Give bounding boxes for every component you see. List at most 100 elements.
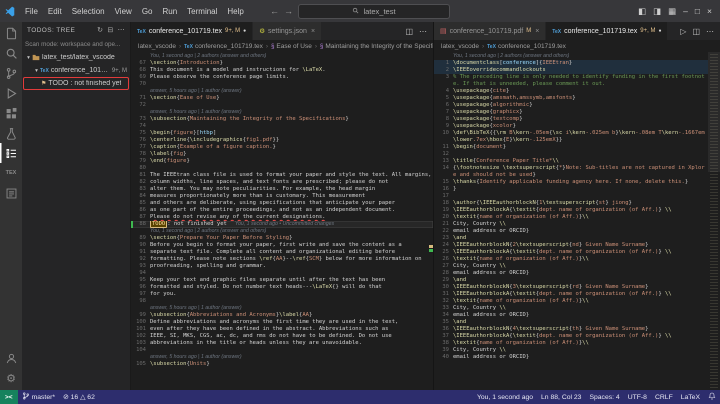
menu-file[interactable]: File — [20, 0, 43, 22]
tree-item[interactable]: Scan mode: workspace and ope... — [22, 38, 130, 51]
code-line[interactable]: 70 — [131, 81, 433, 88]
activity-account-icon[interactable] — [0, 348, 22, 368]
code-line[interactable]: 25\IEEEauthorblockA{\textit{dept. name o… — [434, 249, 720, 256]
code-line[interactable]: 83alter them. You may note peculiarities… — [131, 186, 433, 193]
activity-testing-icon[interactable] — [0, 123, 22, 143]
breadcrumb-item[interactable]: latex_vscode — [138, 43, 176, 50]
status-indentation[interactable]: Spaces: 4 — [585, 390, 623, 404]
more-icon[interactable]: ⋯ — [118, 26, 125, 34]
more-icon[interactable]: ⋯ — [706, 27, 714, 36]
menu-help[interactable]: Help — [222, 0, 248, 22]
code-line[interactable]: 6\usepackage{algorithmic} — [434, 102, 720, 109]
code-line[interactable]: 12 — [434, 151, 720, 158]
code-line[interactable]: 78\label{fig} — [131, 151, 433, 158]
code-line[interactable]: 103abbreviations in the title or heads u… — [131, 340, 433, 347]
code-line[interactable]: 94 — [131, 270, 433, 277]
code-line[interactable]: 38\textit{name of organization (of Aff.)… — [434, 340, 720, 347]
code-line[interactable]: 67\section{Introduction} — [131, 60, 433, 67]
remote-indicator[interactable]: >< — [0, 390, 18, 404]
code-line[interactable]: 31\IEEEauthorblockA{\textit{dept. name o… — [434, 291, 720, 298]
tree-item[interactable]: ▾latex_test/latex_vscode — [22, 51, 130, 64]
code-line[interactable]: 92formatting. Please note sections \ref{… — [131, 256, 433, 263]
code-line[interactable]: 21City, Country \\ — [434, 221, 720, 228]
code-line[interactable]: 88TODO: not finished yetYou, 1 second ag… — [131, 221, 433, 228]
code-line[interactable]: 91separate text file. Complete all conte… — [131, 249, 433, 256]
code-line[interactable]: 14{\footnotesize \textsuperscript{*}Note… — [434, 165, 720, 179]
code-line[interactable]: 22email address or ORCID} — [434, 228, 720, 235]
editor-tab[interactable]: ▤conference_101719.pdfM× — [434, 22, 546, 40]
code-line[interactable]: 29\and — [434, 277, 720, 284]
code-line[interactable]: 74 — [131, 123, 433, 130]
activity-explorer-icon[interactable] — [0, 23, 22, 43]
menu-run[interactable]: Run — [157, 0, 182, 22]
history-back-icon[interactable]: ← — [270, 6, 279, 16]
menu-terminal[interactable]: Terminal — [182, 0, 222, 22]
code-line[interactable]: 13\title{Conference Paper Title*\\ — [434, 158, 720, 165]
code-line[interactable]: 75\begin{figure}[htbp] — [131, 130, 433, 137]
history-forward-icon[interactable]: → — [284, 6, 293, 16]
activity-settings-icon[interactable]: ⚙ — [0, 368, 22, 388]
code-line[interactable]: 97for you. — [131, 291, 433, 298]
code-line[interactable]: 10\def\BibTeX{{\rm B\kern-.05em{\sc i\ke… — [434, 130, 720, 144]
code-line[interactable]: 98 — [131, 298, 433, 305]
code-line[interactable]: 93proofreading, spelling and grammar. — [131, 263, 433, 270]
status-blame[interactable]: You, 1 second ago — [473, 390, 537, 404]
code-line[interactable]: 15\thanks{Identify applicable funding ag… — [434, 179, 720, 186]
code-line[interactable]: 96formatted and styled. Do not number te… — [131, 284, 433, 291]
close-icon[interactable]: × — [535, 28, 539, 35]
code-line[interactable]: 26\textit{name of organization (of Aff.)… — [434, 256, 720, 263]
code-line[interactable]: 16} — [434, 186, 720, 193]
status-git-branch[interactable]: master* — [18, 390, 59, 404]
activity-extensions-icon[interactable] — [0, 103, 22, 123]
code-editor[interactable]: You, 1 second ago | 2 authors (answer an… — [434, 52, 720, 390]
code-line[interactable]: 34email address or ORCID} — [434, 312, 720, 319]
status-cursor-position[interactable]: Ln 88, Col 23 — [537, 390, 585, 404]
code-line[interactable]: 89\section{Prepare Your Paper Before Sty… — [131, 235, 433, 242]
tree-item[interactable]: ⚑TODO : not finished yet — [22, 77, 130, 90]
menu-edit[interactable]: Edit — [43, 0, 67, 22]
dirty-indicator-icon[interactable]: ● — [243, 29, 246, 34]
code-line[interactable]: 72 — [131, 102, 433, 109]
code-line[interactable]: 80 — [131, 165, 433, 172]
code-line[interactable]: 33City, Country \\ — [434, 305, 720, 312]
breadcrumb-item[interactable]: §Ease of Use — [271, 43, 312, 50]
code-line[interactable]: 69Please observe the conference page lim… — [131, 74, 433, 81]
code-line[interactable]: 20\textit{name of organization (of Aff.)… — [434, 214, 720, 221]
code-line[interactable]: 17 — [434, 193, 720, 200]
collapse-all-icon[interactable]: ⊟ — [107, 26, 113, 34]
code-line[interactable]: 90Before you begin to format your paper,… — [131, 242, 433, 249]
code-line[interactable]: 28email address or ORCID} — [434, 270, 720, 277]
code-line[interactable]: 7\usepackage{graphicx} — [434, 109, 720, 116]
code-line[interactable]: 104 — [131, 347, 433, 354]
editor-tab[interactable]: TeXconference_101719.tex9+, M● — [546, 22, 668, 40]
menu-go[interactable]: Go — [137, 0, 158, 22]
overview-ruler[interactable] — [428, 52, 433, 390]
close-icon[interactable]: × — [311, 28, 315, 35]
activity-todo-tree-icon[interactable] — [0, 143, 22, 163]
code-line[interactable]: 1\documentclass[conference]{IEEEtran} — [434, 60, 720, 67]
activity-pdf-preview-icon[interactable] — [0, 183, 22, 203]
breadcrumb-item[interactable]: TeXconference_101719.tex — [184, 43, 263, 50]
code-line[interactable]: 39City, Country \\ — [434, 347, 720, 354]
code-line[interactable]: 2\IEEEoverridecommandlockouts — [434, 67, 720, 74]
code-line[interactable]: 30\IEEEauthorblockN{3\textsuperscript{rd… — [434, 284, 720, 291]
layout-panel-icon[interactable]: ◨ — [653, 6, 661, 17]
minimize-icon[interactable]: – — [683, 6, 688, 16]
code-line[interactable]: 105\subsection{Units} — [131, 361, 433, 368]
status-problems[interactable]: ⊘ 16△ 62 — [59, 390, 99, 404]
maximize-icon[interactable]: □ — [695, 6, 700, 16]
code-line[interactable]: 40email address or ORCID} — [434, 354, 720, 361]
split-editor-icon[interactable]: ◫ — [692, 27, 700, 36]
tree-item[interactable]: ▾TeXconference_101719.tex9+, M — [22, 64, 130, 77]
editor-tab[interactable]: TeXconference_101719.tex9+, M● — [131, 22, 253, 40]
split-editor-icon[interactable]: ◫ — [405, 27, 413, 36]
workspace-search-box[interactable]: latex_test — [298, 4, 450, 19]
code-line[interactable]: 102IEEE, SI, MKS, CGS, ac, dc, and rms d… — [131, 333, 433, 340]
dirty-indicator-icon[interactable]: ● — [658, 29, 661, 34]
code-line[interactable]: 99\subsection{Abbreviations and Acronyms… — [131, 312, 433, 319]
editor-tab[interactable]: ⚙settings.json× — [253, 22, 322, 40]
code-line[interactable]: 82column widths, line spaces, and text f… — [131, 179, 433, 186]
code-line[interactable]: 24\IEEEauthorblockN{2\textsuperscript{nd… — [434, 242, 720, 249]
refresh-icon[interactable]: ↻ — [97, 26, 103, 34]
menu-view[interactable]: View — [110, 0, 137, 22]
